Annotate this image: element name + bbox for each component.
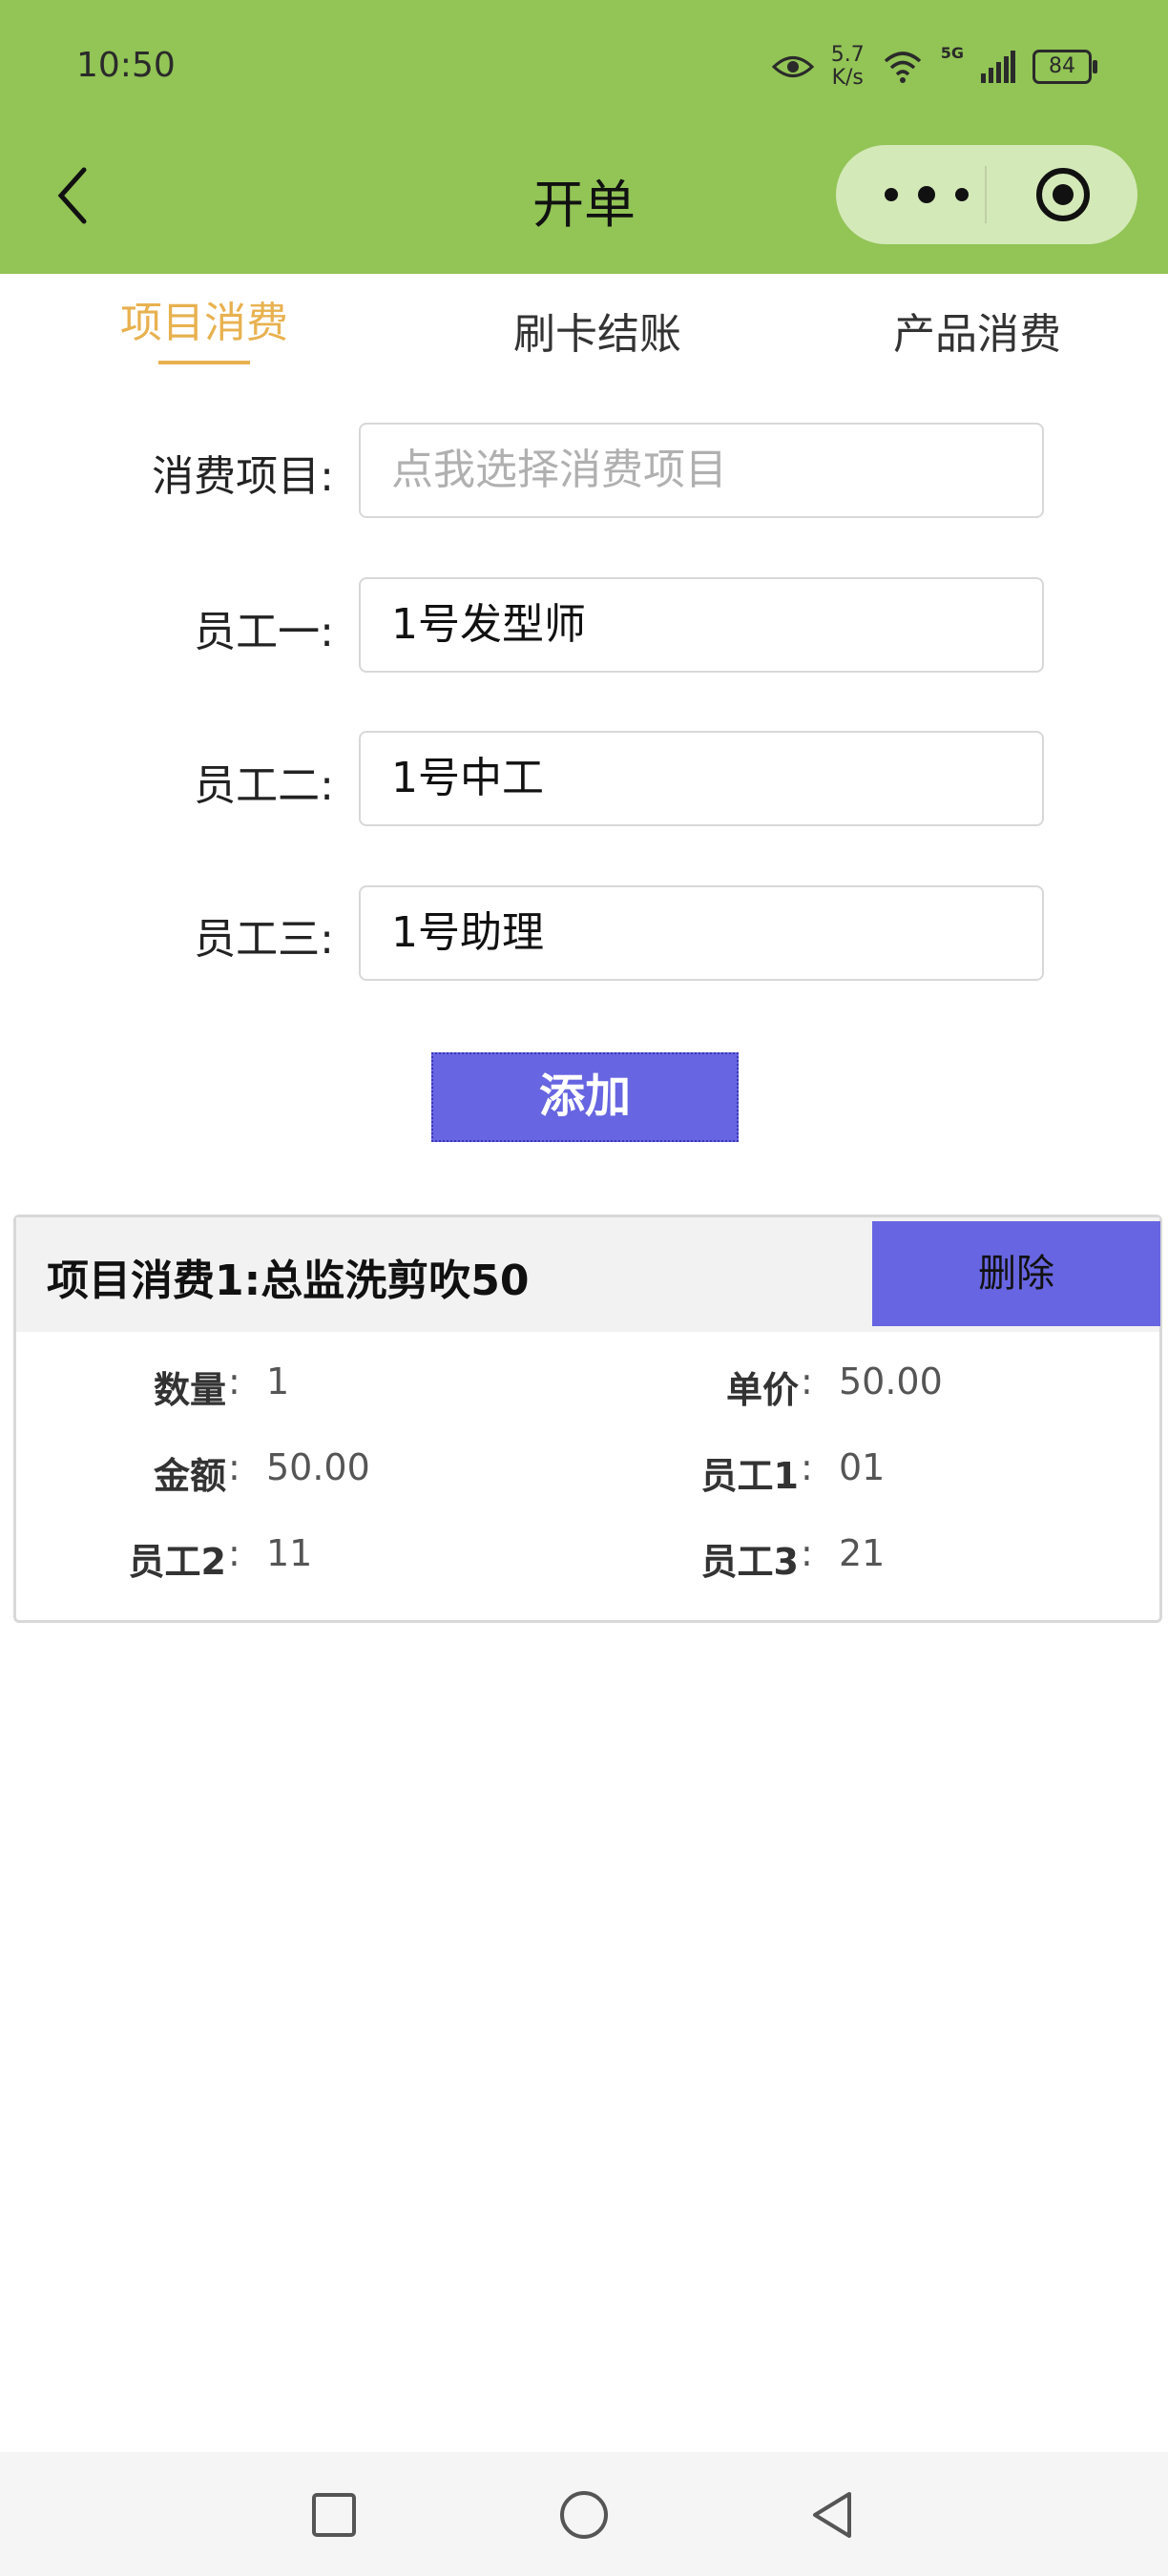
amount-label: 金额 [153, 1455, 226, 1497]
wifi-icon [884, 52, 921, 83]
tab-card-checkout[interactable]: 刷卡结账 [500, 300, 695, 361]
staff2-label: 员工二: [194, 761, 334, 810]
staff3-label: 员工三: [194, 915, 334, 964]
card-title: 项目消费1:总监洗剪吹50 [47, 1257, 530, 1305]
mini-program-capsule [836, 145, 1137, 244]
staff3-field[interactable]: 1号助理 [359, 885, 1044, 981]
network-type: 5G [940, 44, 964, 62]
amount-value: 50.00 [266, 1446, 370, 1488]
tab-product-consumption[interactable]: 产品消费 [880, 300, 1074, 361]
network-speed: 5.7 K/s [831, 44, 865, 90]
price-value: 50.00 [839, 1361, 943, 1402]
staff2-card-label: 员工2 [128, 1541, 226, 1583]
capsule-divider [985, 166, 987, 223]
staff2-card-colon: : [228, 1532, 240, 1574]
status-icons: 5.7 K/s 5G 84 [771, 38, 1097, 95]
more-dots-icon[interactable] [874, 176, 979, 214]
card-header: 项目消费1:总监洗剪吹50 删除 [16, 1217, 1160, 1332]
price-label: 单价 [725, 1369, 799, 1411]
staff3-card-label: 员工3 [700, 1541, 799, 1583]
staff1-field[interactable]: 1号发型师 [359, 577, 1044, 673]
eye-icon [771, 56, 814, 77]
item-select-field[interactable]: 点我选择消费项目 [359, 423, 1044, 518]
triangle-back-nav-icon[interactable] [803, 2486, 861, 2544]
staff3-card-colon: : [801, 1532, 813, 1574]
delete-button[interactable]: 删除 [872, 1221, 1160, 1326]
speed-unit: K/s [831, 66, 864, 90]
qty-value: 1 [266, 1361, 290, 1402]
staff1-card-value: 01 [839, 1446, 886, 1488]
item-label: 消费项目: [152, 452, 334, 501]
staff1-card-colon: : [801, 1446, 813, 1488]
square-nav-icon[interactable] [305, 2486, 363, 2544]
staff3-card-value: 21 [839, 1532, 886, 1574]
amount-colon: : [228, 1446, 240, 1488]
price-colon: : [801, 1361, 813, 1402]
staff2-card-value: 11 [266, 1532, 313, 1574]
staff2-field[interactable]: 1号中工 [359, 731, 1044, 826]
status-time: 10:50 [76, 46, 176, 85]
active-tab-indicator [158, 361, 250, 364]
tab-project-consumption[interactable]: 项目消费 [107, 288, 302, 349]
top-header: 10:50 5.7 K/s 5G 84 开单 [0, 0, 1168, 274]
staff1-label: 员工一: [194, 608, 334, 656]
target-icon[interactable] [1034, 166, 1092, 223]
speed-value: 5.7 [830, 43, 865, 67]
battery-indicator: 84 [1032, 50, 1097, 84]
signal-icon [981, 51, 1015, 83]
order-item-card: 项目消费1:总监洗剪吹50 删除 数量 : 1 单价 : 50.00 金额 : … [13, 1215, 1162, 1623]
add-button[interactable]: 添加 [431, 1052, 739, 1142]
circle-nav-icon[interactable] [555, 2486, 613, 2544]
qty-label: 数量 [153, 1369, 226, 1411]
staff1-card-label: 员工1 [700, 1455, 799, 1497]
qty-colon: : [228, 1361, 240, 1402]
system-nav-bar [0, 2452, 1168, 2576]
